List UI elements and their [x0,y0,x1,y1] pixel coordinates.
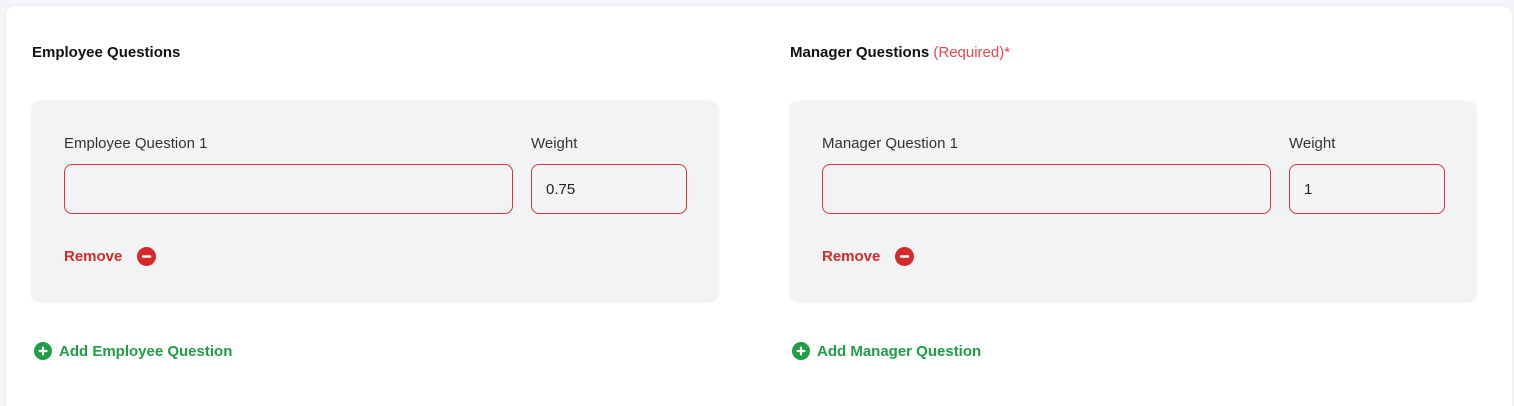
employee-question-input[interactable] [64,164,513,214]
manager-weight-label: Weight [1289,135,1336,152]
manager-question-input[interactable] [822,164,1271,214]
manager-section-title: Manager Questions (Required)* [790,44,1010,61]
manager-remove-button[interactable]: Remove [822,247,915,266]
add-manager-question-button[interactable]: Add Manager Question [792,342,981,360]
employee-title-text: Employee Questions [32,44,181,61]
add-employee-question-label: Add Employee Question [59,342,233,360]
employee-section-title: Employee Questions [32,44,180,61]
employee-weight-label: Weight [531,135,578,152]
add-manager-question-label: Add Manager Question [817,342,982,360]
employee-questions-section: Employee Questions Employee Question 1 W… [32,0,722,406]
manager-title-text: Manager Questions [790,44,930,61]
employee-question-card: Employee Question 1 Weight Remove [32,101,718,300]
manager-remove-label: Remove [822,248,881,265]
minus-circle-icon [137,247,157,266]
employee-weight-input[interactable] [531,164,687,214]
required-indicator: (Required)* [933,44,1011,61]
page: Employee Questions Employee Question 1 W… [0,0,1514,406]
manager-question-label: Manager Question 1 [822,135,958,152]
manager-question-card: Manager Question 1 Weight Remove [790,101,1476,300]
plus-circle-icon [34,342,52,360]
employee-question-label: Employee Question 1 [64,135,208,152]
minus-circle-icon [895,247,915,266]
plus-circle-icon [792,342,810,360]
add-employee-question-button[interactable]: Add Employee Question [34,342,232,360]
manager-weight-input[interactable] [1289,164,1445,214]
manager-questions-section: Manager Questions (Required)* Manager Qu… [790,0,1480,406]
employee-remove-label: Remove [64,248,123,265]
employee-remove-button[interactable]: Remove [64,247,157,266]
